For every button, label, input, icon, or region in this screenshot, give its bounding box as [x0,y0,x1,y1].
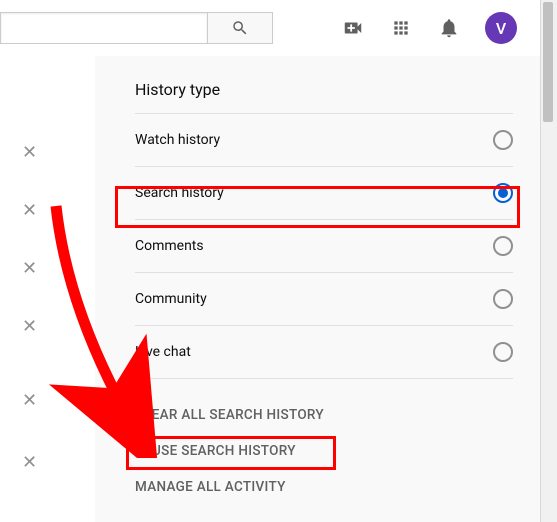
history-type-option-search[interactable]: Search history [135,167,513,220]
search-box [0,12,273,44]
delete-item-icon[interactable]: ✕ [22,202,37,220]
search-button[interactable] [207,12,273,44]
history-type-option-comments[interactable]: Comments [135,220,513,273]
notifications-bell-icon[interactable] [437,16,461,40]
delete-item-icon[interactable]: ✕ [22,144,37,162]
avatar[interactable]: V [485,12,517,44]
scrollbar-thumb[interactable] [543,2,553,122]
radio-icon [493,289,513,309]
radio-icon [493,183,513,203]
radio-icon [493,236,513,256]
delete-item-icon[interactable]: ✕ [22,260,37,278]
top-bar: V [0,0,557,57]
search-icon [231,19,249,37]
history-list-deletes: ✕ ✕ ✕ ✕ ✕ ✕ [0,56,95,522]
search-input[interactable] [0,12,207,44]
panel-title: History type [135,80,513,114]
radio-icon [493,342,513,362]
option-label: Watch history [135,132,220,148]
history-type-option-watch[interactable]: Watch history [135,114,513,167]
radio-icon [493,130,513,150]
scrollbar[interactable] [540,0,557,522]
manage-all-activity-link[interactable]: MANAGE ALL ACTIVITY [135,469,513,505]
apps-grid-icon[interactable] [389,16,413,40]
header-icons: V [341,0,517,56]
delete-item-icon[interactable]: ✕ [22,454,37,472]
history-actions: CLEAR ALL SEARCH HISTORY PAUSE SEARCH HI… [135,397,513,505]
create-video-icon[interactable] [341,16,365,40]
option-label: Comments [135,238,204,254]
avatar-letter: V [496,19,506,38]
delete-item-icon[interactable]: ✕ [22,318,37,336]
history-type-option-community[interactable]: Community [135,273,513,326]
delete-item-icon[interactable]: ✕ [22,392,37,410]
history-type-panel: History type Watch history Search histor… [95,56,541,522]
history-type-option-livechat[interactable]: Live chat [135,326,513,379]
clear-all-search-history-link[interactable]: CLEAR ALL SEARCH HISTORY [135,397,513,433]
option-label: Search history [135,185,224,201]
pause-search-history-link[interactable]: PAUSE SEARCH HISTORY [135,433,513,469]
option-label: Community [135,291,207,307]
option-label: Live chat [135,344,191,360]
